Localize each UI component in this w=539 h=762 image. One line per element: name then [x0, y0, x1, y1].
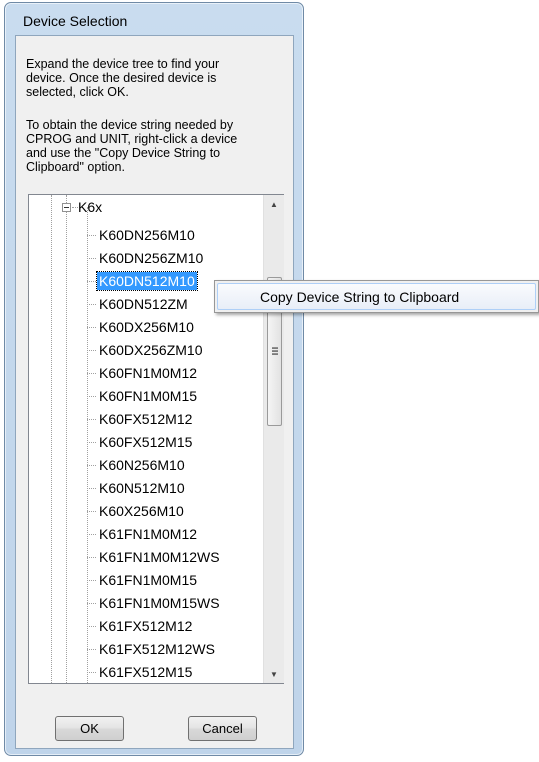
- tree-node-device[interactable]: K60DX256ZM10: [97, 341, 205, 359]
- tree-guide-line: [51, 195, 52, 683]
- grip-icon: ▬ ▬ ▬: [272, 345, 278, 357]
- device-tree[interactable]: K6x K60DN256M10 K60DN256ZM10 K60DN512M10 K6…: [28, 194, 284, 684]
- tree-connector: [87, 419, 96, 420]
- title-bar[interactable]: Device Selection: [5, 3, 303, 33]
- tree-node-device[interactable]: K61FX512M15: [97, 663, 194, 681]
- tree-node-device[interactable]: K60DX256M10: [97, 318, 196, 336]
- instructions-paragraph-2: To obtain the device string needed by CP…: [26, 118, 278, 174]
- context-menu: Copy Device String to Clipboard: [214, 280, 539, 313]
- tree-connector: [87, 672, 96, 673]
- scroll-down-arrow-icon[interactable]: ▼: [264, 665, 284, 683]
- tree-node-device[interactable]: K61FN1M0M12WS: [97, 548, 222, 566]
- instructions-paragraph-1: Expand the device tree to find your devi…: [26, 57, 278, 99]
- tree-node-k6x[interactable]: K6x: [76, 198, 104, 216]
- window-title: Device Selection: [23, 13, 128, 29]
- tree-connector: [87, 258, 96, 259]
- tree-node-device[interactable]: K60FX512M15: [97, 433, 194, 451]
- instruction-line: Clipboard" option.: [26, 160, 125, 174]
- tree-connector: [87, 373, 96, 374]
- dialog-client-area: Expand the device tree to find your devi…: [15, 35, 294, 749]
- tree-node-device[interactable]: K60FN1M0M15: [97, 387, 199, 405]
- scroll-up-arrow-icon[interactable]: ▲: [264, 195, 284, 213]
- tree-connector: [87, 442, 96, 443]
- tree-connector: [87, 350, 96, 351]
- tree-connector: [87, 511, 96, 512]
- tree-node-device[interactable]: K60DN256M10: [97, 226, 197, 244]
- tree-node-device[interactable]: K61FX512M12: [97, 617, 194, 635]
- instruction-line: and use the "Copy Device String to: [26, 146, 221, 160]
- tree-node-device[interactable]: K60DN512M10: [96, 271, 198, 291]
- tree-node-device[interactable]: K61FN1M0M12: [97, 525, 199, 543]
- tree-connector: [87, 488, 96, 489]
- tree-node-device[interactable]: K60DN256ZM10: [97, 249, 205, 267]
- instruction-line: To obtain the device string needed by: [26, 118, 234, 132]
- instruction-line: Expand the device tree to find your: [26, 57, 220, 71]
- cancel-button[interactable]: Cancel: [188, 716, 257, 741]
- device-tree-viewport: K6x K60DN256M10 K60DN256ZM10 K60DN512M10 K6…: [29, 195, 262, 683]
- tree-connector: [87, 304, 96, 305]
- tree-node-device[interactable]: K60N512M10: [97, 479, 187, 497]
- tree-connector: [87, 465, 96, 466]
- tree-connector: [87, 396, 96, 397]
- instruction-line: selected, click OK.: [26, 85, 129, 99]
- tree-connector: [87, 626, 96, 627]
- tree-connector: [87, 557, 96, 558]
- tree-guide-line: [87, 207, 88, 683]
- tree-node-device[interactable]: K60X256M10: [97, 502, 186, 520]
- instruction-line: CPROG and UNIT, right-click a device: [26, 132, 238, 146]
- copy-device-string-menu-item[interactable]: Copy Device String to Clipboard: [217, 283, 536, 310]
- instruction-line: device. Once the desired device is: [26, 71, 217, 85]
- tree-node-device[interactable]: K60DN512ZM: [97, 295, 190, 313]
- tree-node-device[interactable]: K60N256M10: [97, 456, 187, 474]
- device-selection-dialog: Device Selection Expand the device tree …: [4, 2, 304, 756]
- tree-scrollbar[interactable]: ▲ ▬ ▬ ▬ ▼: [263, 195, 284, 683]
- tree-node-device[interactable]: K61FN1M0M15: [97, 571, 199, 589]
- tree-node-device[interactable]: K61FN1M0M15WS: [97, 594, 222, 612]
- tree-connector: [87, 281, 96, 282]
- tree-connector: [87, 603, 96, 604]
- tree-connector: [87, 327, 96, 328]
- tree-node-device[interactable]: K60FX512M12: [97, 410, 194, 428]
- tree-connector: [87, 235, 96, 236]
- ok-button[interactable]: OK: [55, 716, 124, 741]
- tree-node-device[interactable]: K61FX512M12WS: [97, 640, 217, 658]
- tree-connector: [87, 649, 96, 650]
- tree-guide-line: [66, 195, 67, 683]
- tree-connector: [87, 580, 96, 581]
- tree-connector: [87, 534, 96, 535]
- tree-collapse-icon[interactable]: [62, 203, 71, 212]
- tree-node-device[interactable]: K60FN1M0M12: [97, 364, 199, 382]
